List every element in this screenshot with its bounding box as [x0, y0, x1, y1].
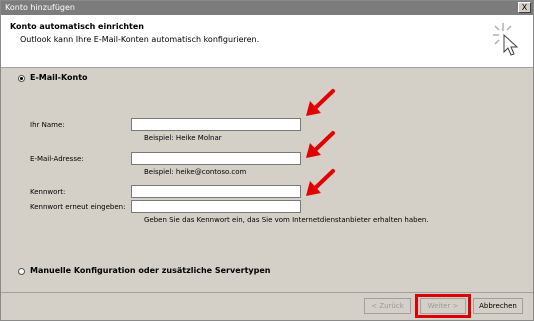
footer-separator	[1, 292, 533, 293]
email-account-label[interactable]: E-Mail-Konto	[30, 73, 88, 82]
password-label: Kennwort:	[30, 188, 66, 196]
name-hint: Beispiel: Heike Molnar	[144, 134, 222, 142]
password-input[interactable]	[131, 185, 301, 198]
window-title: Konto hinzufügen	[5, 3, 75, 12]
header-subtitle: Outlook kann Ihre E-Mail-Konten automati…	[20, 35, 260, 44]
red-arrow-icon	[306, 89, 335, 116]
email-input[interactable]	[131, 152, 301, 165]
name-label: Ihr Name:	[30, 121, 65, 129]
close-button[interactable]: X	[518, 2, 531, 13]
title-bar: Konto hinzufügen X	[1, 1, 533, 15]
manual-config-label[interactable]: Manuelle Konfiguration oder zusätzliche …	[30, 266, 270, 275]
next-button-highlight	[415, 294, 471, 318]
wizard-sparkle-icon	[493, 23, 519, 56]
red-arrow-icon	[306, 169, 335, 196]
add-account-dialog: Konto hinzufügen X Konto automatisch ein…	[0, 0, 534, 321]
email-account-radio[interactable]	[18, 75, 25, 82]
cancel-button[interactable]: Abbrechen	[473, 298, 523, 314]
password-repeat-input[interactable]	[131, 200, 301, 213]
red-arrow-icon	[306, 131, 335, 158]
name-input[interactable]	[131, 118, 301, 131]
back-button[interactable]: < Zurück	[364, 298, 411, 314]
password-hint: Geben Sie das Kennwort ein, das Sie vom …	[144, 216, 429, 224]
password-repeat-label: Kennwort erneut eingeben:	[30, 203, 126, 211]
email-hint: Beispiel: heike@contoso.com	[144, 168, 247, 176]
header-title: Konto automatisch einrichten	[10, 22, 144, 31]
wizard-header: Konto automatisch einrichten Outlook kan…	[1, 15, 533, 68]
manual-config-radio[interactable]	[18, 268, 25, 275]
email-label: E-Mail-Adresse:	[30, 155, 84, 163]
